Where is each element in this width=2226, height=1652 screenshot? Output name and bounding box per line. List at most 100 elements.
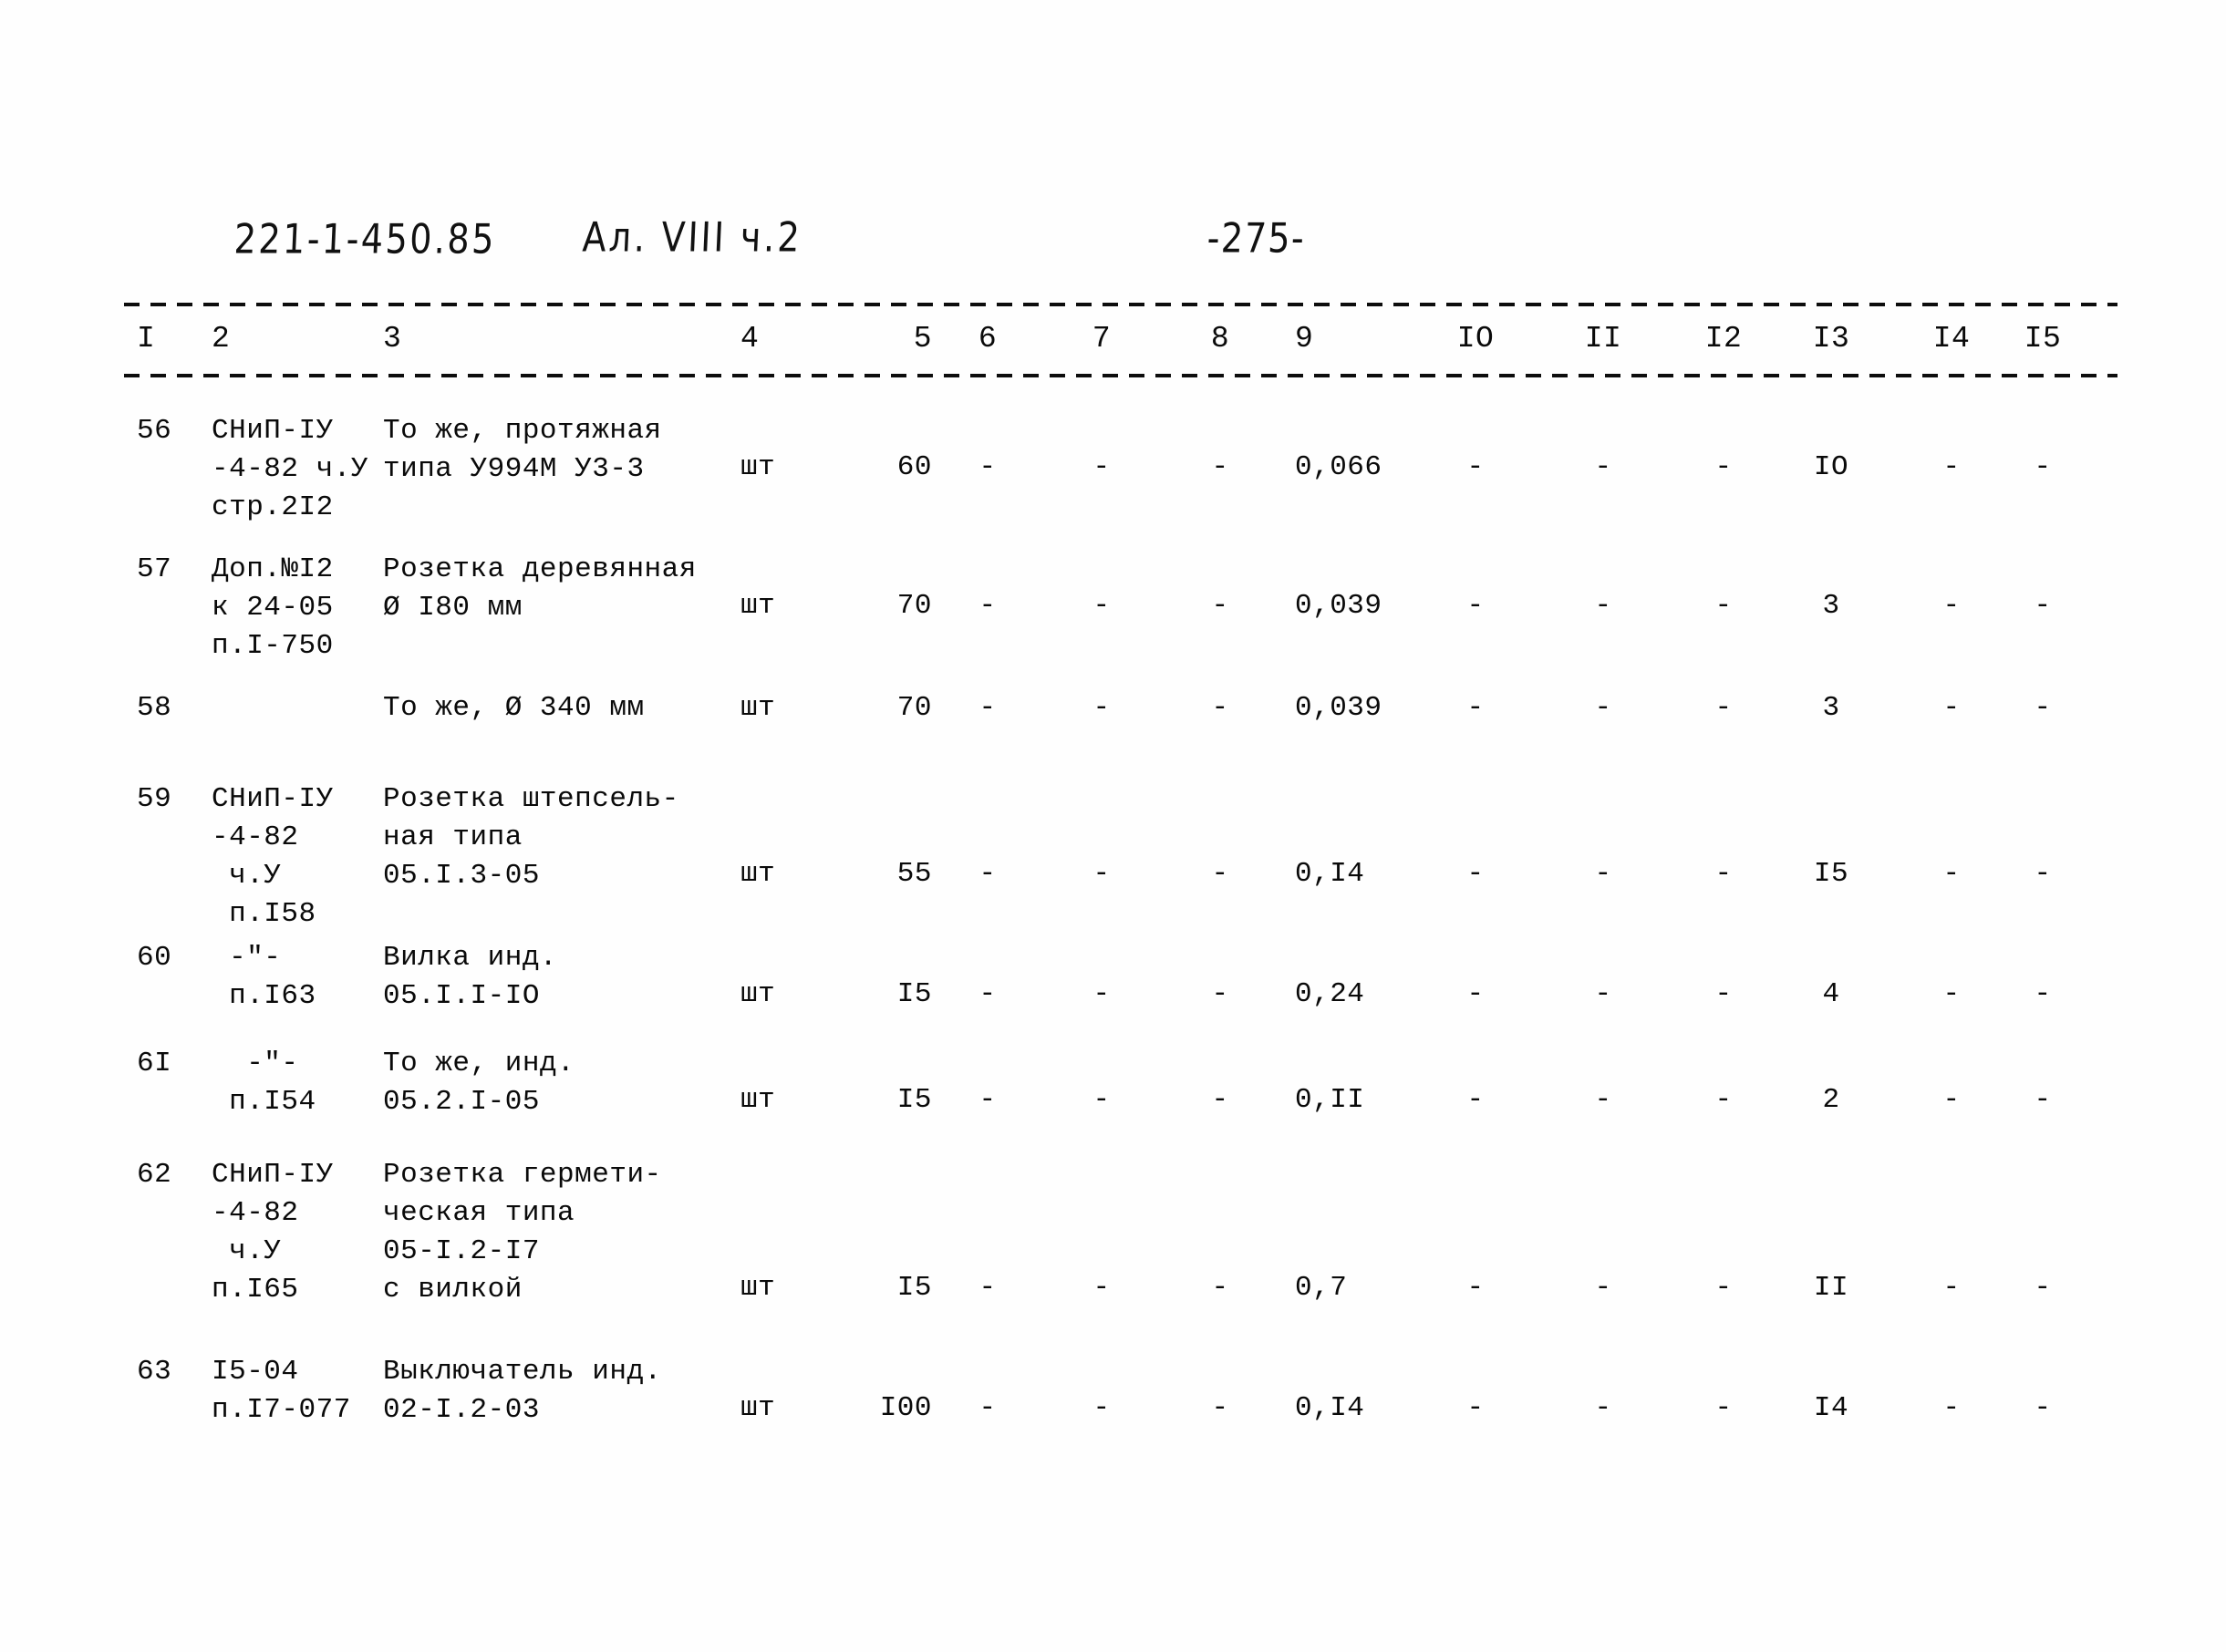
row-unit-cell: шт (740, 978, 776, 1010)
column-header-10: IO (1456, 322, 1495, 356)
row-description-cell: Вилка инд. 05.I.I-IO (383, 942, 558, 1012)
row-c9-cell: 0,066 (1295, 451, 1382, 483)
row-c11-cell: - (1594, 858, 1612, 890)
column-header-12: I2 (1704, 322, 1743, 356)
row-c14-cell: - (1942, 590, 1961, 622)
row-c12-cell: - (1714, 978, 1733, 1010)
column-header-14: I4 (1932, 322, 1971, 356)
row-qty-cell: I00 (879, 1392, 932, 1424)
row-c7-cell: - (1092, 978, 1111, 1010)
row-number-cell: 60 (137, 942, 172, 974)
row-c11-cell: - (1594, 451, 1612, 483)
row-c14-cell: - (1942, 858, 1961, 890)
row-c7-cell: - (1092, 451, 1111, 483)
row-description-cell: То же, инд. 05.2.I-05 (383, 1048, 575, 1118)
row-c10-cell: - (1466, 858, 1485, 890)
column-header-11: II (1584, 322, 1622, 356)
row-description-cell: Розетка гермети- ческая типа 05-I.2-I7 с… (383, 1159, 662, 1306)
row-c8-cell: - (1211, 692, 1229, 724)
row-source-cell: I5-04 п.I7-077 (212, 1356, 351, 1426)
column-header-9: 9 (1295, 322, 1314, 356)
row-source-cell: СНиП-IУ -4-82 ч.У п.I65 (212, 1159, 334, 1306)
page-number: -275- (1206, 214, 1307, 262)
row-c10-cell: - (1466, 451, 1485, 483)
row-c6-cell: - (978, 1392, 997, 1424)
row-unit-cell: шт (740, 590, 776, 622)
row-c8-cell: - (1211, 590, 1229, 622)
row-c11-cell: - (1594, 1392, 1612, 1424)
row-c6-cell: - (978, 858, 997, 890)
row-unit-cell: шт (740, 1084, 776, 1116)
row-c9-cell: 0,039 (1295, 692, 1382, 724)
row-c10-cell: - (1466, 1272, 1485, 1304)
row-c6-cell: - (978, 692, 997, 724)
row-c12-cell: - (1714, 451, 1733, 483)
row-c15-cell: - (2034, 858, 2052, 890)
row-unit-cell: шт (740, 1272, 776, 1304)
row-c15-cell: - (2034, 1272, 2052, 1304)
row-c7-cell: - (1092, 1084, 1111, 1116)
row-c14-cell: - (1942, 692, 1961, 724)
row-c6-cell: - (978, 590, 997, 622)
row-c8-cell: - (1211, 451, 1229, 483)
row-c14-cell: - (1942, 451, 1961, 483)
row-c8-cell: - (1211, 1272, 1229, 1304)
row-c12-cell: - (1714, 692, 1733, 724)
row-number-cell: 57 (137, 553, 172, 585)
row-c14-cell: - (1942, 1272, 1961, 1304)
row-number-cell: 59 (137, 783, 172, 815)
row-c12-cell: - (1714, 1272, 1733, 1304)
row-qty-cell: I5 (896, 1084, 932, 1116)
row-c10-cell: - (1466, 1392, 1485, 1424)
row-c9-cell: 0,II (1295, 1084, 1365, 1116)
column-header-8: 8 (1210, 322, 1230, 356)
row-c7-cell: - (1092, 1272, 1111, 1304)
row-c15-cell: - (2034, 692, 2052, 724)
row-c9-cell: 0,I4 (1295, 858, 1365, 890)
row-c15-cell: - (2034, 451, 2052, 483)
row-c6-cell: - (978, 978, 997, 1010)
column-header-3: 3 (383, 322, 402, 356)
row-c14-cell: - (1942, 1084, 1961, 1116)
row-c12-cell: - (1714, 1084, 1733, 1116)
row-number-cell: 56 (137, 415, 172, 447)
row-qty-cell: 70 (896, 590, 932, 622)
row-c9-cell: 0,I4 (1295, 1392, 1365, 1424)
row-number-cell: 58 (137, 692, 172, 724)
table-header-bottom-rule (124, 374, 2117, 377)
row-description-cell: Розетка штепсель- ная типа 05.I.3-05 (383, 783, 679, 892)
row-c13-cell: IO (1813, 451, 1849, 483)
column-header-13: I3 (1812, 322, 1850, 356)
row-qty-cell: I5 (896, 978, 932, 1010)
row-qty-cell: 60 (896, 451, 932, 483)
row-c7-cell: - (1092, 692, 1111, 724)
table-column-headers: I 2 3 4 5 6 7 8 9 IO II I2 I3 I4 I5 (0, 321, 2226, 363)
column-header-1: I (137, 322, 156, 356)
row-c11-cell: - (1594, 692, 1612, 724)
row-c13-cell: 3 (1822, 590, 1840, 622)
row-unit-cell: шт (740, 692, 776, 724)
row-c13-cell: 2 (1822, 1084, 1840, 1116)
row-qty-cell: I5 (896, 1272, 932, 1304)
row-c11-cell: - (1594, 1084, 1612, 1116)
row-c6-cell: - (978, 1272, 997, 1304)
album-reference: Ал. VIII ч.2 (581, 213, 803, 261)
row-description-cell: То же, Ø 340 мм (383, 692, 645, 724)
column-header-5: 5 (913, 322, 932, 356)
row-source-cell: -"- п.I54 (229, 1048, 316, 1118)
row-c10-cell: - (1466, 1084, 1485, 1116)
row-c13-cell: I5 (1813, 858, 1849, 890)
row-c7-cell: - (1092, 1392, 1111, 1424)
row-c10-cell: - (1466, 590, 1485, 622)
column-header-2: 2 (212, 322, 231, 356)
row-c15-cell: - (2034, 978, 2052, 1010)
row-c14-cell: - (1942, 978, 1961, 1010)
row-c12-cell: - (1714, 1392, 1733, 1424)
row-c8-cell: - (1211, 1084, 1229, 1116)
row-c14-cell: - (1942, 1392, 1961, 1424)
row-c9-cell: 0,24 (1295, 978, 1365, 1010)
row-number-cell: 62 (137, 1159, 172, 1191)
row-description-cell: То же, протяжная типа У994М У3-3 (383, 415, 662, 485)
row-c11-cell: - (1594, 590, 1612, 622)
row-c7-cell: - (1092, 590, 1111, 622)
